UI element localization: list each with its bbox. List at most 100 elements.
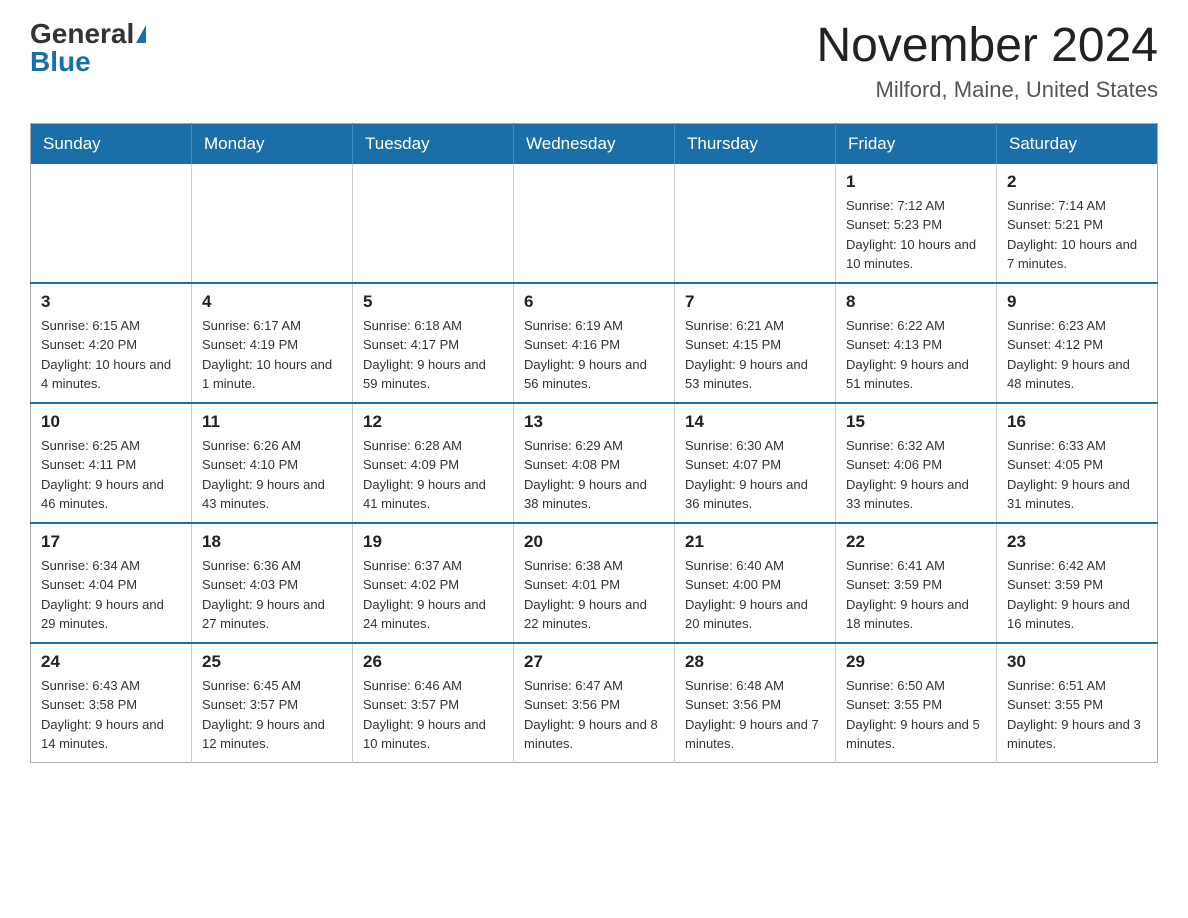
- title-block: November 2024 Milford, Maine, United Sta…: [816, 20, 1158, 103]
- day-info: Sunrise: 6:28 AMSunset: 4:09 PMDaylight:…: [363, 436, 503, 514]
- calendar-cell: 17 Sunrise: 6:34 AMSunset: 4:04 PMDayligh…: [31, 523, 192, 643]
- day-info: Sunrise: 6:45 AMSunset: 3:57 PMDaylight:…: [202, 676, 342, 754]
- day-number: 24: [41, 652, 181, 672]
- day-info: Sunrise: 6:19 AMSunset: 4:16 PMDaylight:…: [524, 316, 664, 394]
- day-number: 10: [41, 412, 181, 432]
- day-info: Sunrise: 6:32 AMSunset: 4:06 PMDaylight:…: [846, 436, 986, 514]
- calendar-week-3: 10Sunrise: 6:25 AMSunset: 4:11 PMDayligh…: [31, 403, 1158, 523]
- day-number: 3: [41, 292, 181, 312]
- calendar-cell: [675, 164, 836, 283]
- calendar-cell: [31, 164, 192, 283]
- calendar-cell: 27 Sunrise: 6:47 AMSunset: 3:56 PMDayligh…: [514, 643, 675, 763]
- day-info: Sunrise: 6:40 AMSunset: 4:00 PMDaylight:…: [685, 556, 825, 634]
- weekday-header-sunday: Sunday: [31, 123, 192, 164]
- day-number: 12: [363, 412, 503, 432]
- day-info: Sunrise: 6:33 AMSunset: 4:05 PMDaylight:…: [1007, 436, 1147, 514]
- calendar-cell: 16 Sunrise: 6:33 AMSunset: 4:05 PMDayligh…: [997, 403, 1158, 523]
- day-number: 22: [846, 532, 986, 552]
- day-number: 29: [846, 652, 986, 672]
- calendar-cell: 15 Sunrise: 6:32 AMSunset: 4:06 PMDayligh…: [836, 403, 997, 523]
- day-number: 16: [1007, 412, 1147, 432]
- day-number: 4: [202, 292, 342, 312]
- calendar-table: SundayMondayTuesdayWednesdayThursdayFrid…: [30, 123, 1158, 763]
- calendar-week-5: 24 Sunrise: 6:43 AMSunset: 3:58 PMDayligh…: [31, 643, 1158, 763]
- day-info: Sunrise: 6:23 AMSunset: 4:12 PMDaylight:…: [1007, 316, 1147, 394]
- day-number: 18: [202, 532, 342, 552]
- day-info: Sunrise: 6:46 AMSunset: 3:57 PMDaylight:…: [363, 676, 503, 754]
- day-info: Sunrise: 6:29 AMSunset: 4:08 PMDaylight:…: [524, 436, 664, 514]
- day-info: Sunrise: 6:48 AMSunset: 3:56 PMDaylight:…: [685, 676, 825, 754]
- day-number: 7: [685, 292, 825, 312]
- day-info: Sunrise: 6:26 AMSunset: 4:10 PMDaylight:…: [202, 436, 342, 514]
- calendar-cell: 21Sunrise: 6:40 AMSunset: 4:00 PMDayligh…: [675, 523, 836, 643]
- calendar-cell: [514, 164, 675, 283]
- calendar-cell: 6 Sunrise: 6:19 AMSunset: 4:16 PMDaylight…: [514, 283, 675, 403]
- weekday-header-friday: Friday: [836, 123, 997, 164]
- logo: General Blue: [30, 20, 146, 76]
- calendar-cell: 26 Sunrise: 6:46 AMSunset: 3:57 PMDayligh…: [353, 643, 514, 763]
- calendar-cell: 5 Sunrise: 6:18 AMSunset: 4:17 PMDaylight…: [353, 283, 514, 403]
- day-number: 5: [363, 292, 503, 312]
- calendar-week-2: 3 Sunrise: 6:15 AMSunset: 4:20 PMDaylight…: [31, 283, 1158, 403]
- day-number: 14: [685, 412, 825, 432]
- day-number: 13: [524, 412, 664, 432]
- calendar-cell: 25 Sunrise: 6:45 AMSunset: 3:57 PMDayligh…: [192, 643, 353, 763]
- day-number: 25: [202, 652, 342, 672]
- weekday-header-monday: Monday: [192, 123, 353, 164]
- calendar-cell: 3 Sunrise: 6:15 AMSunset: 4:20 PMDaylight…: [31, 283, 192, 403]
- day-number: 28: [685, 652, 825, 672]
- calendar-cell: 10Sunrise: 6:25 AMSunset: 4:11 PMDayligh…: [31, 403, 192, 523]
- weekday-header-thursday: Thursday: [675, 123, 836, 164]
- calendar-cell: 9Sunrise: 6:23 AMSunset: 4:12 PMDaylight…: [997, 283, 1158, 403]
- calendar-cell: 23 Sunrise: 6:42 AMSunset: 3:59 PMDayligh…: [997, 523, 1158, 643]
- calendar-week-4: 17 Sunrise: 6:34 AMSunset: 4:04 PMDayligh…: [31, 523, 1158, 643]
- day-info: Sunrise: 6:50 AMSunset: 3:55 PMDaylight:…: [846, 676, 986, 754]
- logo-triangle-icon: [136, 25, 146, 43]
- day-number: 2: [1007, 172, 1147, 192]
- day-info: Sunrise: 6:15 AMSunset: 4:20 PMDaylight:…: [41, 316, 181, 394]
- day-info: Sunrise: 6:51 AMSunset: 3:55 PMDaylight:…: [1007, 676, 1147, 754]
- month-year-title: November 2024: [816, 20, 1158, 73]
- day-number: 19: [363, 532, 503, 552]
- calendar-cell: 2 Sunrise: 7:14 AMSunset: 5:21 PMDaylight…: [997, 164, 1158, 283]
- page-header: General Blue November 2024 Milford, Main…: [30, 20, 1158, 103]
- logo-general-text: General: [30, 20, 134, 48]
- day-number: 11: [202, 412, 342, 432]
- day-info: Sunrise: 6:37 AMSunset: 4:02 PMDaylight:…: [363, 556, 503, 634]
- calendar-cell: 4 Sunrise: 6:17 AMSunset: 4:19 PMDaylight…: [192, 283, 353, 403]
- day-number: 26: [363, 652, 503, 672]
- day-number: 30: [1007, 652, 1147, 672]
- day-info: Sunrise: 6:42 AMSunset: 3:59 PMDaylight:…: [1007, 556, 1147, 634]
- day-number: 27: [524, 652, 664, 672]
- calendar-cell: 18Sunrise: 6:36 AMSunset: 4:03 PMDayligh…: [192, 523, 353, 643]
- day-info: Sunrise: 6:30 AMSunset: 4:07 PMDaylight:…: [685, 436, 825, 514]
- calendar-header-row: SundayMondayTuesdayWednesdayThursdayFrid…: [31, 123, 1158, 164]
- calendar-cell: 8Sunrise: 6:22 AMSunset: 4:13 PMDaylight…: [836, 283, 997, 403]
- day-info: Sunrise: 7:14 AMSunset: 5:21 PMDaylight:…: [1007, 196, 1147, 274]
- day-info: Sunrise: 6:47 AMSunset: 3:56 PMDaylight:…: [524, 676, 664, 754]
- day-number: 6: [524, 292, 664, 312]
- weekday-header-wednesday: Wednesday: [514, 123, 675, 164]
- calendar-cell: 24 Sunrise: 6:43 AMSunset: 3:58 PMDayligh…: [31, 643, 192, 763]
- day-info: Sunrise: 6:17 AMSunset: 4:19 PMDaylight:…: [202, 316, 342, 394]
- calendar-cell: [192, 164, 353, 283]
- day-info: Sunrise: 7:12 AMSunset: 5:23 PMDaylight:…: [846, 196, 986, 274]
- day-number: 17: [41, 532, 181, 552]
- day-number: 1: [846, 172, 986, 192]
- calendar-cell: 1 Sunrise: 7:12 AMSunset: 5:23 PMDaylight…: [836, 164, 997, 283]
- day-info: Sunrise: 6:34 AMSunset: 4:04 PMDaylight:…: [41, 556, 181, 634]
- day-info: Sunrise: 6:21 AMSunset: 4:15 PMDaylight:…: [685, 316, 825, 394]
- calendar-cell: 29 Sunrise: 6:50 AMSunset: 3:55 PMDayligh…: [836, 643, 997, 763]
- day-info: Sunrise: 6:38 AMSunset: 4:01 PMDaylight:…: [524, 556, 664, 634]
- calendar-cell: 12 Sunrise: 6:28 AMSunset: 4:09 PMDayligh…: [353, 403, 514, 523]
- calendar-week-1: 1 Sunrise: 7:12 AMSunset: 5:23 PMDaylight…: [31, 164, 1158, 283]
- day-info: Sunrise: 6:43 AMSunset: 3:58 PMDaylight:…: [41, 676, 181, 754]
- calendar-cell: 20Sunrise: 6:38 AMSunset: 4:01 PMDayligh…: [514, 523, 675, 643]
- day-number: 15: [846, 412, 986, 432]
- calendar-cell: 28 Sunrise: 6:48 AMSunset: 3:56 PMDayligh…: [675, 643, 836, 763]
- day-info: Sunrise: 6:41 AMSunset: 3:59 PMDaylight:…: [846, 556, 986, 634]
- weekday-header-saturday: Saturday: [997, 123, 1158, 164]
- day-info: Sunrise: 6:18 AMSunset: 4:17 PMDaylight:…: [363, 316, 503, 394]
- calendar-cell: [353, 164, 514, 283]
- day-number: 23: [1007, 532, 1147, 552]
